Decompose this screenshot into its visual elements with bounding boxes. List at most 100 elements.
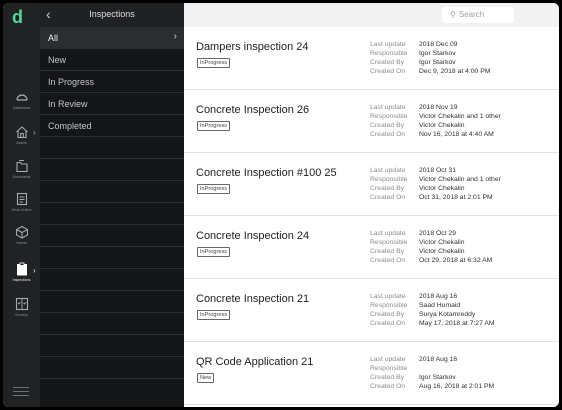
meta-label: Responsible <box>370 50 408 57</box>
divider <box>40 159 184 181</box>
icon-rail: d Dashboard Assets › Documents Work Orde… <box>3 3 40 407</box>
divider <box>40 181 184 203</box>
inspection-list-item[interactable]: Concrete Inspection 26 InProgress Last u… <box>184 90 559 153</box>
inspection-title: Concrete Inspection 21 <box>196 293 310 305</box>
search-placeholder: Search <box>458 10 485 19</box>
surveys-icon <box>15 297 28 311</box>
rail-label: Inspections <box>12 278 31 282</box>
inspection-title: QR Code Application 21 <box>196 356 314 368</box>
rail-item-viewer[interactable]: Viewer <box>3 225 40 245</box>
inspection-meta: Last update 2018 Oct 29 Responsible Victor… <box>370 229 492 265</box>
chevron-right-icon: › <box>33 128 36 137</box>
meta-label: Created By <box>370 248 405 255</box>
created-by-value: Victor Chekalin <box>419 248 465 255</box>
status-badge: InProgress <box>197 121 231 131</box>
meta-label: Created On <box>370 194 406 201</box>
meta-label: Created On <box>370 383 406 390</box>
status-badge: InProgress <box>197 58 231 68</box>
filter-label: In Progress <box>48 76 95 87</box>
meta-label: Created By <box>370 59 405 66</box>
responsible-value: Victor Chekalin <box>419 239 465 246</box>
rail-item-work-orders[interactable]: Work Orders <box>3 192 40 212</box>
filter-pane-title: Inspections <box>89 9 135 19</box>
rail-item-dashboard[interactable]: Dashboard <box>3 90 40 110</box>
app-logo: d <box>12 7 23 27</box>
meta-label: Created By <box>370 374 405 381</box>
rail-item-documents[interactable]: Documents <box>3 159 40 179</box>
inspection-title: Concrete Inspection 26 <box>196 104 310 116</box>
meta-label: Responsible <box>370 302 408 309</box>
inspection-list-item[interactable]: Concrete Inspection 24 InProgress Last u… <box>184 216 559 279</box>
inspection-list-item[interactable]: Dampers inspection 24 InProgress Last up… <box>184 27 559 90</box>
chevron-right-icon: › <box>33 266 36 275</box>
filter-item-in-review[interactable]: In Review <box>40 93 184 115</box>
inspection-list-pane: ⚲ Search Dampers inspection 24 InProgress… <box>184 3 559 407</box>
rail-label: Assets <box>16 141 27 145</box>
divider <box>40 291 184 313</box>
responsible-value: Victor Chekalin and 1 other <box>419 176 501 183</box>
meta-label: Created On <box>370 131 406 138</box>
inspection-meta: Last update 2018 Aug 16 Responsible Creat… <box>370 355 494 391</box>
created-by-value: Surya Kotamreddy <box>419 311 476 318</box>
filter-item-all[interactable]: All › <box>40 27 184 49</box>
divider <box>40 247 184 269</box>
meta-label: Created On <box>370 68 406 75</box>
meta-label: Last update <box>370 104 406 111</box>
meta-label: Created By <box>370 122 405 129</box>
work-orders-icon <box>16 192 27 206</box>
meta-label: Responsible <box>370 365 408 372</box>
chevron-right-icon: › <box>173 31 177 42</box>
search-input[interactable]: ⚲ Search <box>442 7 514 23</box>
documents-icon <box>15 160 28 173</box>
inspection-list-item[interactable]: Concrete Inspection #100 25 InProgress L… <box>184 153 559 216</box>
meta-label: Created On <box>370 320 406 327</box>
inspection-meta: Last update 2018 Oct 31 Responsible Victor… <box>370 166 501 202</box>
responsible-value: Saad Humaid <box>419 302 461 309</box>
inspection-list-item[interactable]: Concrete Inspection 21 InProgress Last u… <box>184 279 559 342</box>
status-badge: New <box>197 373 215 383</box>
rail-label: Dashboard <box>12 106 31 110</box>
rail-label: Viewer <box>16 241 27 245</box>
status-badge: InProgress <box>197 184 231 194</box>
status-badge: InProgress <box>197 310 231 320</box>
responsible-value: Victor Chekalin and 1 other <box>419 113 501 120</box>
created-by-value: Victor Chekalin <box>419 185 465 192</box>
divider <box>40 357 184 379</box>
filter-item-in-progress[interactable]: In Progress <box>40 71 184 93</box>
list-header: ⚲ Search <box>184 3 559 27</box>
divider <box>40 137 184 159</box>
meta-label: Last update <box>370 356 406 363</box>
created-on-value: Dec 9, 2018 at 4:00 PM <box>419 68 491 75</box>
app-screen: d Dashboard Assets › Documents Work Orde… <box>3 3 559 407</box>
rail-label: Work Orders <box>11 208 32 212</box>
inspection-title: Concrete Inspection #100 25 <box>196 167 337 179</box>
divider <box>40 203 184 225</box>
home-icon <box>15 126 28 139</box>
hamburger-menu-icon[interactable] <box>13 387 29 399</box>
inspection-meta: Last update 2018 Aug 16 Responsible Saad H… <box>370 292 495 328</box>
last-update-value: 2018 Dec 09 <box>419 41 458 48</box>
responsible-value: Igor Starkov <box>419 50 456 57</box>
divider <box>40 335 184 357</box>
meta-label: Last update <box>370 293 406 300</box>
meta-label: Last update <box>370 230 406 237</box>
meta-label: Last update <box>370 41 406 48</box>
meta-label: Last update <box>370 167 406 174</box>
filter-item-new[interactable]: New <box>40 49 184 71</box>
filter-label: All <box>48 32 59 43</box>
created-on-value: Oct 29, 2018 at 6:32 AM <box>419 257 493 264</box>
created-by-value: Igor Starkov <box>419 59 456 66</box>
filter-pane: ‹ Inspections All › New In Progress In R… <box>40 3 184 407</box>
divider <box>40 313 184 335</box>
status-badge: InProgress <box>197 247 231 257</box>
rail-label: Surveys <box>15 313 28 317</box>
inspection-list-item[interactable]: QR Code Application 21 New Last update 20… <box>184 342 559 405</box>
inspection-meta: Last update 2018 Nov 19 Responsible Victor… <box>370 103 501 139</box>
meta-label: Created By <box>370 311 405 318</box>
filter-item-completed[interactable]: Completed <box>40 115 184 137</box>
meta-label: Created On <box>370 257 406 264</box>
rail-item-surveys[interactable]: Surveys <box>3 297 40 317</box>
created-on-value: Oct 31, 2018 at 2:01 PM <box>419 194 493 201</box>
inspection-title: Concrete Inspection 24 <box>196 230 310 242</box>
filter-label: Completed <box>48 120 92 131</box>
